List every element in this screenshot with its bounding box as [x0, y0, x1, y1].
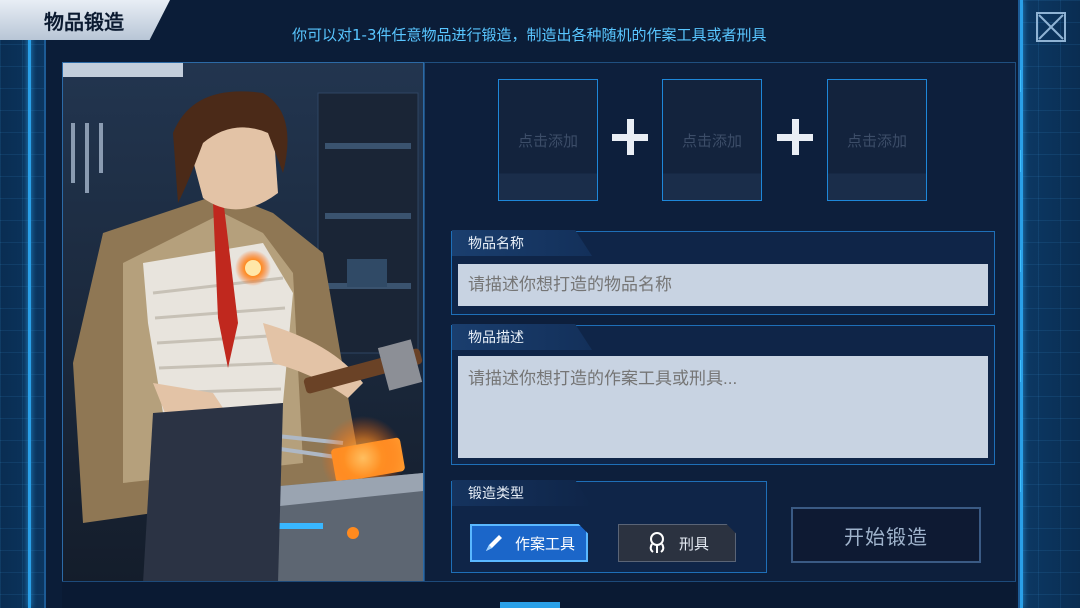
start-forge-button[interactable]: 开始锻造: [791, 507, 981, 563]
forge-type-tool-label: 作案工具: [514, 534, 575, 553]
forge-type-tool-button[interactable]: 作案工具: [470, 524, 588, 562]
close-button[interactable]: [1036, 12, 1066, 42]
item-description-section: 物品描述: [451, 324, 995, 465]
pen-icon: [485, 535, 502, 551]
item-name-input[interactable]: [458, 264, 988, 306]
item-description-label: 物品描述: [452, 324, 592, 350]
grid-pattern: [1016, 0, 1080, 608]
right-frame: [1016, 0, 1080, 608]
frame-edge-line: [28, 0, 31, 608]
slot-add-label: 点击添加: [681, 132, 742, 150]
plus-icon: [777, 119, 813, 155]
close-icon: [1038, 14, 1064, 40]
window-title: 物品锻造: [0, 0, 170, 40]
slot-add-label: 点击添加: [517, 132, 578, 150]
blacksmith-illustration: [63, 63, 423, 583]
plus-icon: [612, 119, 648, 155]
forge-form-area: 点击添加 点击添加 点击添加 物品名称 物品描述 锻造类型 作案工具: [424, 62, 1016, 584]
item-name-section: 物品名称: [451, 230, 995, 315]
rope-icon: [649, 532, 665, 553]
item-slot-3[interactable]: 点击添加: [827, 79, 927, 201]
window-subtitle: 你可以对1-3件任意物品进行锻造，制造出各种随机的作案工具或者刑具: [292, 26, 767, 44]
forge-type-torture-label: 刑具: [678, 534, 709, 553]
item-description-input[interactable]: [458, 356, 988, 458]
forge-type-section: 锻造类型 作案工具 刑具: [451, 480, 767, 573]
item-slot-1[interactable]: 点击添加: [498, 79, 598, 201]
bottom-accent: [500, 602, 560, 608]
slot-add-label: 点击添加: [846, 132, 907, 150]
item-name-label: 物品名称: [452, 230, 592, 256]
character-artwork: [62, 62, 424, 584]
forge-type-label: 锻造类型: [452, 480, 592, 506]
item-slot-2[interactable]: 点击添加: [662, 79, 762, 201]
forge-type-torture-button[interactable]: 刑具: [618, 524, 736, 562]
